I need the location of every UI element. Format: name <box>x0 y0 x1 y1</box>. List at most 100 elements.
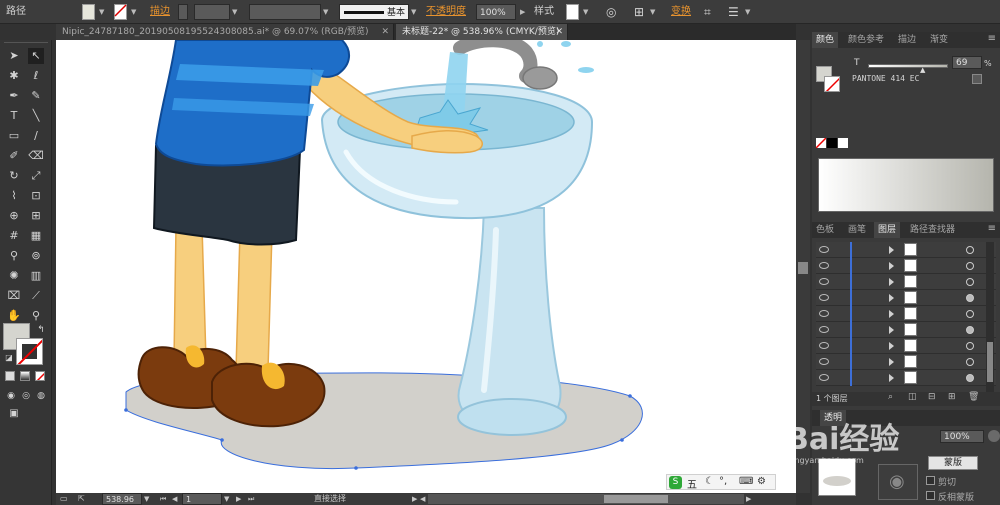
invert-mask-checkbox[interactable] <box>926 491 935 500</box>
horizontal-scrollbar-thumb[interactable] <box>604 495 668 503</box>
layer-row[interactable] <box>816 306 996 322</box>
color-spectrum[interactable] <box>818 158 994 212</box>
layers-scrollbar-thumb[interactable] <box>987 342 993 382</box>
new-sublayer-icon[interactable]: ⊟ <box>928 392 936 402</box>
opacity-knob-icon[interactable] <box>988 430 1000 442</box>
mesh-tool-icon[interactable]: # <box>6 228 22 244</box>
expand-arrow-icon[interactable] <box>889 294 894 302</box>
layer-row[interactable] <box>816 322 996 338</box>
horizontal-scrollbar[interactable] <box>428 494 744 504</box>
tab-gradient[interactable]: 渐变 <box>926 32 952 48</box>
ime-toolbar[interactable]: S 五 ☾ °, ⌨ ⚙ <box>666 474 776 491</box>
swap-colors-icon[interactable]: ↰ <box>33 322 49 338</box>
make-mask-button[interactable]: 蒙版 <box>928 456 978 470</box>
selection-tool-icon[interactable]: ➤ <box>6 48 22 64</box>
target-circle-icon[interactable] <box>966 262 974 270</box>
expand-arrow-icon[interactable] <box>889 342 894 350</box>
moon-icon[interactable]: ☾ <box>705 476 714 487</box>
white-swatch[interactable] <box>838 138 848 148</box>
anchor-point[interactable] <box>620 438 624 442</box>
direct-selection-tool-icon[interactable]: ↖ <box>28 48 44 64</box>
tools-grip[interactable] <box>4 42 48 46</box>
expand-arrow-icon[interactable] <box>889 358 894 366</box>
brush-profile-field[interactable]: 基本 <box>339 4 409 20</box>
target-circle-icon[interactable] <box>966 342 974 350</box>
clip-checkbox[interactable] <box>926 476 935 485</box>
target-circle-icon[interactable] <box>966 278 974 286</box>
eyedropper-icon[interactable]: ⚲ <box>6 248 22 264</box>
anchor-point[interactable] <box>124 408 128 412</box>
target-circle-icon[interactable] <box>966 246 974 254</box>
tab-swatches[interactable]: 色板 <box>812 222 838 238</box>
fill-swatch[interactable] <box>82 4 95 20</box>
opacity-label[interactable]: 不透明度 <box>426 4 466 20</box>
transparency-opacity-field[interactable]: 100% <box>940 430 984 443</box>
scroll-right-icon[interactable]: ▶ <box>746 493 751 505</box>
hand-tool-icon[interactable]: ✋ <box>6 308 22 324</box>
stroke-color-box[interactable] <box>16 338 43 365</box>
default-colors-icon[interactable]: ◪ <box>1 350 17 366</box>
opacity-field[interactable]: 100% <box>476 4 516 20</box>
none-mode-icon[interactable] <box>35 371 45 381</box>
expand-arrow-icon[interactable] <box>889 246 894 254</box>
style-dropdown-icon[interactable]: ▼ <box>583 4 588 20</box>
visibility-eye-icon[interactable] <box>819 246 829 253</box>
page-field[interactable]: 1 <box>182 493 222 505</box>
shape-builder-icon[interactable]: ⊕ <box>6 208 22 224</box>
target-circle-icon[interactable] <box>966 326 974 334</box>
brush-profile-dropdown-icon[interactable]: ▼ <box>411 4 416 20</box>
layer-row[interactable] <box>816 242 996 258</box>
slice-tool-icon[interactable]: ⟋ <box>28 288 44 304</box>
layer-row[interactable] <box>816 338 996 354</box>
quick-swatches[interactable] <box>816 138 852 148</box>
scroll-left-icon[interactable]: ◀ <box>420 493 425 505</box>
free-transform-icon[interactable]: ⊡ <box>28 188 44 204</box>
artboard-canvas[interactable]: S 五 ☾ °, ⌨ ⚙ <box>56 40 796 493</box>
keyboard-icon[interactable]: ⌨ <box>739 476 753 487</box>
tab-document-2[interactable]: 未标题-22* @ 538.96% (CMYK/预览) ✕ <box>396 24 568 40</box>
prev-page-icon[interactable]: ◀ <box>172 493 177 505</box>
column-graph-icon[interactable]: ▥ <box>28 268 44 284</box>
black-swatch[interactable] <box>827 138 837 148</box>
visibility-eye-icon[interactable] <box>819 326 829 333</box>
new-layer-icon[interactable]: ⊞ <box>948 392 956 402</box>
align-dropdown-icon[interactable]: ▼ <box>650 4 655 20</box>
eraser-icon[interactable]: ⌫ <box>28 148 44 164</box>
rotate-tool-icon[interactable]: ↻ <box>6 168 22 184</box>
transform-label[interactable]: 变换 <box>671 4 691 20</box>
rectangle-tool-icon[interactable]: ▭ <box>6 128 22 144</box>
screen-mode-icon[interactable]: ▣ <box>6 406 22 422</box>
tint-slider-handle[interactable]: ▲ <box>920 66 925 74</box>
arrange-icon[interactable]: ☰ <box>728 4 739 20</box>
none-swatch[interactable] <box>816 138 826 148</box>
line-tool-icon[interactable]: ╲ <box>28 108 44 124</box>
color-mode-button[interactable] <box>972 74 982 84</box>
panel-menu-icon[interactable]: ≡ <box>988 33 996 44</box>
tab-color-guide[interactable]: 颜色参考 <box>844 32 888 48</box>
ime-mode-label[interactable]: 五 <box>687 476 697 491</box>
zoom-field[interactable]: 538.96 <box>102 493 142 505</box>
magic-wand-icon[interactable]: ✱ <box>6 68 22 84</box>
expand-arrow-icon[interactable] <box>889 374 894 382</box>
tab-brushes[interactable]: 画笔 <box>844 222 870 238</box>
arrange-dropdown-icon[interactable]: ▼ <box>745 4 750 20</box>
target-circle-icon[interactable] <box>966 310 974 318</box>
locate-object-icon[interactable]: ⌕ <box>888 392 893 402</box>
first-page-icon[interactable]: ⏮ <box>160 493 166 505</box>
pencil-icon[interactable]: ✐ <box>6 148 22 164</box>
visibility-eye-icon[interactable] <box>819 374 829 381</box>
paintbrush-icon[interactable]: ∕ <box>28 128 44 144</box>
close-icon[interactable]: ✕ <box>555 24 563 40</box>
tab-transparency[interactable]: 透明 <box>820 410 847 426</box>
lasso-icon[interactable]: ℓ <box>28 68 44 84</box>
layer-row[interactable] <box>816 354 996 370</box>
color-mode-icon[interactable] <box>5 371 15 381</box>
close-icon[interactable]: ✕ <box>381 24 389 40</box>
anchor-point[interactable] <box>220 438 224 442</box>
vertical-scrollbar[interactable] <box>796 40 810 493</box>
stroke-label[interactable]: 描边 <box>150 4 170 20</box>
anchor-point[interactable] <box>628 394 632 398</box>
status-menu-icon[interactable]: ▶ <box>412 493 417 505</box>
layer-row[interactable] <box>816 370 996 386</box>
visibility-eye-icon[interactable] <box>819 310 829 317</box>
